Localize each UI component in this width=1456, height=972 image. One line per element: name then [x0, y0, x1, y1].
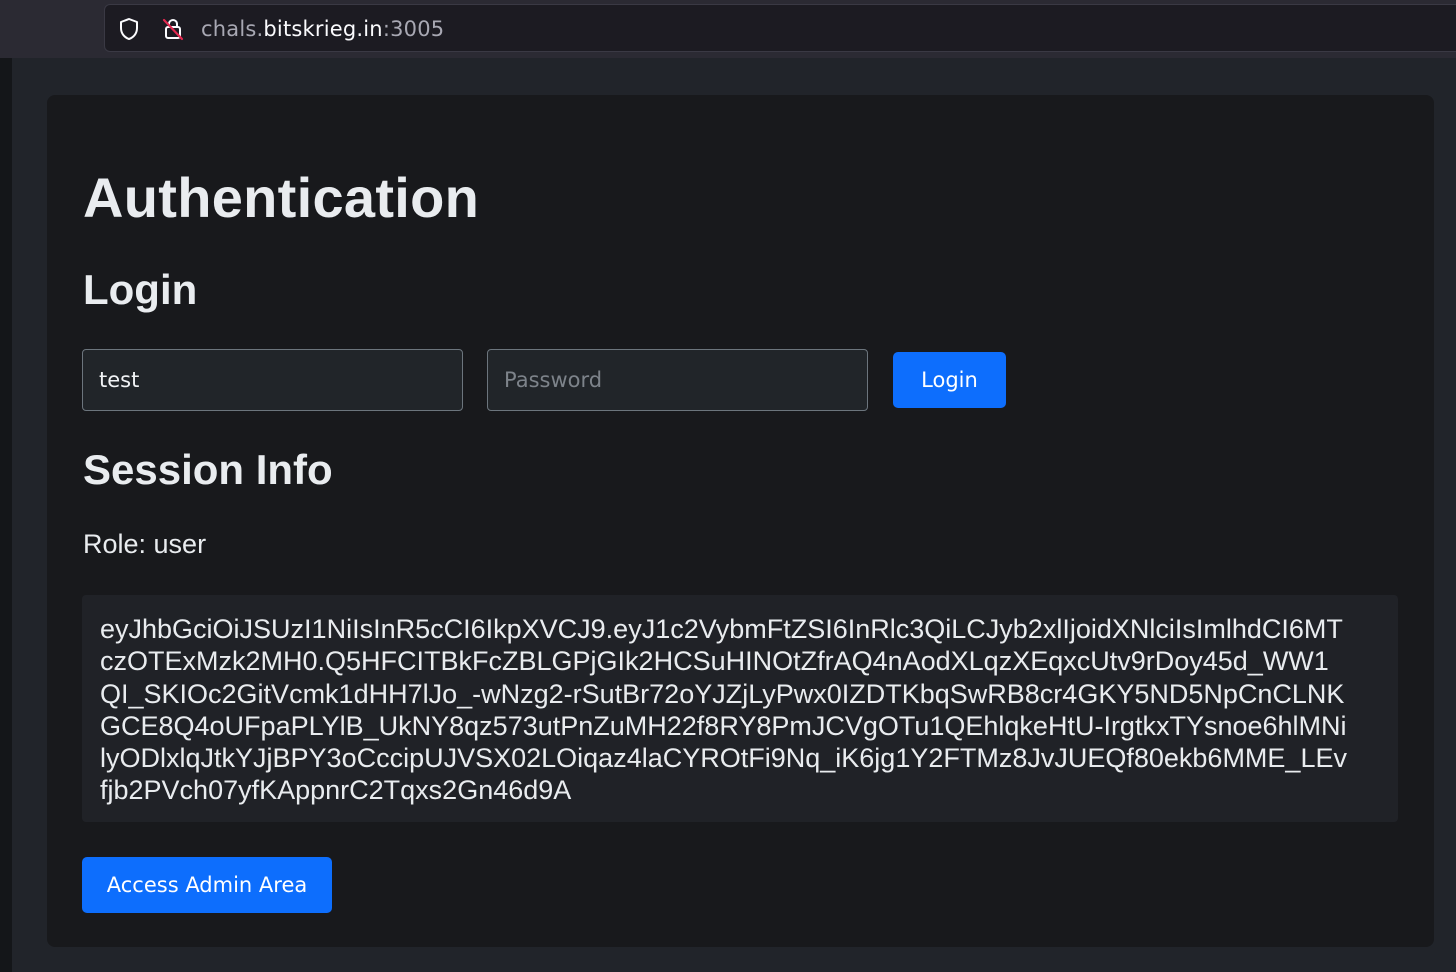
url-prefix: chals. [201, 17, 264, 41]
login-heading: Login [83, 266, 198, 313]
url-domain: bitskrieg.in [263, 17, 383, 41]
insecure-lock-icon[interactable] [161, 17, 185, 41]
token-display: eyJhbGciOiJSUzI1NiIsInR5cCI6IkpXVCJ9.eyJ… [82, 595, 1398, 822]
browser-toolbar: chals.bitskrieg.in:3005 [0, 0, 1456, 58]
shield-icon[interactable] [117, 17, 141, 41]
sidebar-edge [0, 58, 12, 972]
jwt-token-text: eyJhbGciOiJSUzI1NiIsInR5cCI6IkpXVCJ9.eyJ… [100, 614, 1347, 806]
password-input[interactable] [487, 349, 868, 411]
login-button[interactable]: Login [893, 352, 1006, 408]
url-port: :3005 [382, 17, 445, 41]
username-input[interactable] [82, 349, 463, 411]
access-admin-button[interactable]: Access Admin Area [82, 857, 332, 913]
session-info-heading: Session Info [83, 446, 333, 493]
role-text: Role: user [83, 529, 207, 559]
url-text[interactable]: chals.bitskrieg.in:3005 [201, 17, 444, 41]
page-title: Authentication [83, 166, 480, 229]
address-bar[interactable]: chals.bitskrieg.in:3005 [104, 4, 1456, 52]
